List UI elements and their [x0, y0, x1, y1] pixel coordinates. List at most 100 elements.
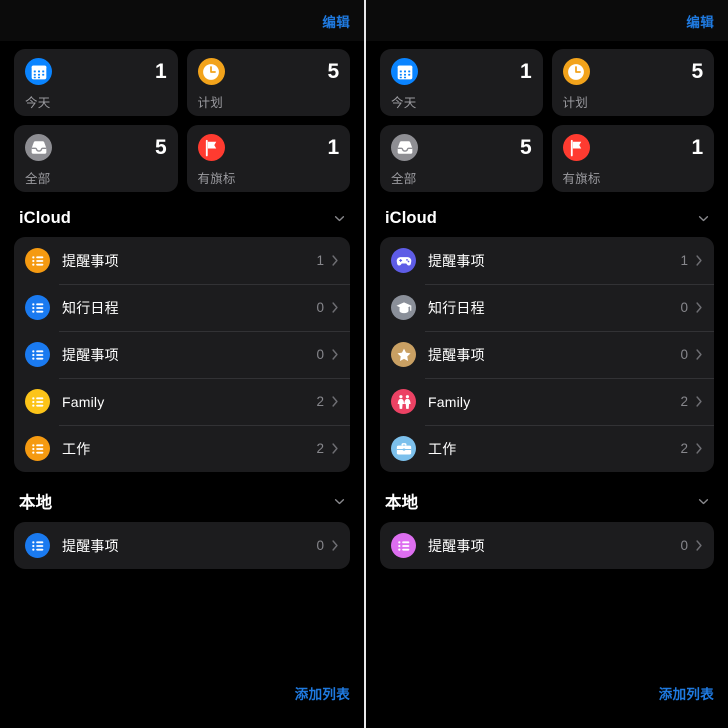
smart-card-label: 有旗标: [562, 172, 601, 186]
flex-spacer: [380, 569, 714, 672]
list-icon: [25, 295, 50, 320]
list-item-count: 1: [316, 253, 324, 268]
chevron-right-icon: [331, 539, 339, 552]
chevron-down-icon[interactable]: [333, 495, 346, 508]
list-item-count: 2: [680, 441, 688, 456]
list-item-count: 2: [316, 441, 324, 456]
smart-card-header: 5: [562, 58, 704, 85]
smart-lists-grid: 1 今天 5 计划 5 全部 1 有旗标: [380, 49, 714, 192]
section-title: 本地: [385, 494, 419, 512]
chevron-right-icon: [331, 301, 339, 314]
list-item[interactable]: Family 2: [14, 378, 350, 425]
list-item-count: 0: [316, 538, 324, 553]
list-icon: [391, 533, 416, 558]
list-item-title: Family: [62, 393, 105, 410]
add-list-button[interactable]: 添加列表: [295, 683, 350, 703]
list-item[interactable]: Family 2: [380, 378, 714, 425]
list-item-title: 提醒事项: [428, 346, 485, 363]
chevron-right-icon: [695, 539, 703, 552]
smart-card-header: 1: [562, 134, 704, 161]
list-item-title: 提醒事项: [428, 252, 485, 269]
list-item[interactable]: 工作 2: [380, 425, 714, 472]
chevron-down-icon[interactable]: [333, 212, 346, 225]
list-item[interactable]: 知行日程 0: [380, 284, 714, 331]
list-group-0: 提醒事项 1 知行日程 0 提醒事项 0 Family 2 工作 2: [14, 237, 350, 472]
smart-card-label: 计划: [562, 96, 588, 110]
flag-icon: [197, 134, 225, 161]
smart-card-2[interactable]: 5 全部: [380, 125, 543, 192]
dual-screenshot-container: 编辑 1 今天 5 计划 5 全部 1 有旗标 iCloud 提醒事项 1 知行日程 0 提醒事项 0 Fami…: [0, 0, 728, 728]
smart-card-3[interactable]: 1 有旗标: [186, 125, 350, 192]
list-item[interactable]: 工作 2: [14, 425, 350, 472]
smart-card-0[interactable]: 1 今天: [14, 49, 178, 116]
smart-card-header: 5: [391, 134, 532, 161]
list-item-title: 提醒事项: [428, 537, 485, 554]
chevron-right-icon: [331, 442, 339, 455]
list-item[interactable]: 提醒事项 0: [380, 522, 714, 569]
chevron-right-icon: [695, 395, 703, 408]
smart-card-count: 5: [691, 60, 704, 83]
smart-card-2[interactable]: 5 全部: [14, 125, 178, 192]
smart-card-header: 1: [391, 58, 532, 85]
smart-card-1[interactable]: 5 计划: [186, 49, 350, 116]
right-panel: 编辑 1 今天 5 计划 5 全部 1 有旗标 iCloud 提醒事项 1 知行日程 0 提醒事项 0 Fami…: [364, 0, 728, 728]
add-list-button[interactable]: 添加列表: [659, 683, 714, 703]
footer-bar: 添加列表: [366, 672, 728, 728]
smart-card-count: 1: [691, 136, 704, 159]
briefcase-icon: [391, 436, 416, 461]
list-icon: [25, 389, 50, 414]
smart-card-label: 有旗标: [197, 172, 236, 186]
list-item[interactable]: 提醒事项 0: [14, 331, 350, 378]
chevron-down-icon[interactable]: [697, 495, 710, 508]
list-item-count: 2: [680, 394, 688, 409]
smart-card-label: 全部: [25, 172, 51, 186]
smart-card-header: 1: [197, 134, 339, 161]
section-title: 本地: [19, 494, 53, 512]
smart-card-count: 5: [327, 60, 340, 83]
list-item-count: 1: [680, 253, 688, 268]
list-item[interactable]: 提醒事项 0: [380, 331, 714, 378]
scroll-content: 1 今天 5 计划 5 全部 1 有旗标 iCloud 提醒事项 1 知行日程 0 提醒事项 0 Family…: [0, 41, 364, 672]
chevron-right-icon: [331, 395, 339, 408]
chevron-right-icon: [695, 254, 703, 267]
list-item-title: 工作: [428, 440, 457, 457]
list-icon: [25, 248, 50, 273]
list-item[interactable]: 知行日程 0: [14, 284, 350, 331]
smart-lists-grid: 1 今天 5 计划 5 全部 1 有旗标: [14, 49, 350, 192]
list-item-count: 0: [680, 347, 688, 362]
list-item[interactable]: 提醒事项 1: [14, 237, 350, 284]
list-group-1: 提醒事项 0: [14, 522, 350, 569]
section-title: iCloud: [19, 209, 71, 227]
list-group-0: 提醒事项 1 知行日程 0 提醒事项 0 Family 2 工作 2: [380, 237, 714, 472]
list-item-title: 工作: [62, 440, 91, 457]
calendar-icon: [25, 58, 52, 85]
smart-card-header: 5: [197, 58, 340, 85]
smart-card-3[interactable]: 1 有旗标: [551, 125, 714, 192]
smart-card-label: 全部: [391, 172, 417, 186]
chevron-down-icon[interactable]: [697, 212, 710, 225]
smart-card-label: 今天: [25, 96, 51, 110]
list-item-title: Family: [428, 393, 471, 410]
gamepad-icon: [391, 248, 416, 273]
clock-icon: [197, 58, 225, 85]
list-item[interactable]: 提醒事项 1: [380, 237, 714, 284]
chevron-right-icon: [695, 442, 703, 455]
edit-button[interactable]: 编辑: [686, 11, 714, 31]
list-icon: [25, 342, 50, 367]
section-header-0: iCloud: [380, 192, 714, 237]
smart-card-1[interactable]: 5 计划: [551, 49, 714, 116]
list-item-count: 2: [316, 394, 324, 409]
smart-card-label: 今天: [391, 96, 417, 110]
list-item-count: 0: [680, 538, 688, 553]
section-header-0: iCloud: [14, 192, 350, 237]
edit-button[interactable]: 编辑: [322, 11, 350, 31]
scroll-content: 1 今天 5 计划 5 全部 1 有旗标 iCloud 提醒事项 1 知行日程 0 提醒事项 0 Family…: [366, 41, 728, 672]
list-icon: [25, 436, 50, 461]
smart-card-0[interactable]: 1 今天: [380, 49, 543, 116]
smart-card-label: 计划: [197, 96, 223, 110]
clock-icon: [562, 58, 590, 85]
list-item[interactable]: 提醒事项 0: [14, 522, 350, 569]
section-header-1: 本地: [380, 472, 714, 522]
graduation-icon: [391, 295, 416, 320]
list-item-count: 0: [316, 347, 324, 362]
